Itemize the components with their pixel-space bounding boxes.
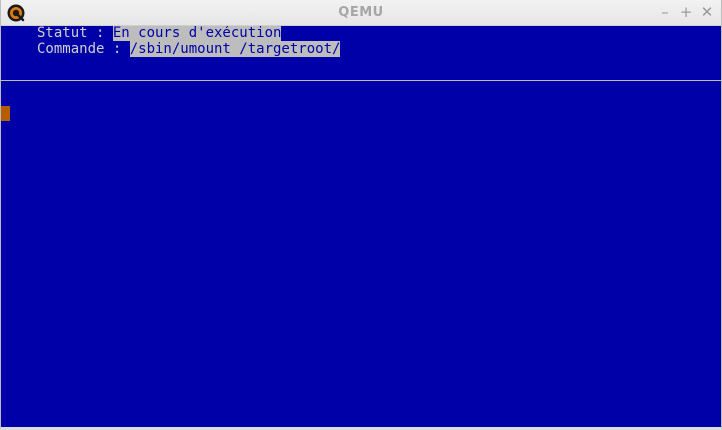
window-title: QEMU <box>338 5 384 20</box>
status-value: En cours d'exécution <box>112 26 282 41</box>
command-line: Commande : /sbin/umount /targetroot/ <box>37 41 341 57</box>
vm-screen[interactable]: Statut : En cours d'exécution Commande :… <box>1 26 721 427</box>
command-value: /sbin/umount /targetroot/ <box>129 41 341 57</box>
minimize-icon[interactable]: – <box>656 3 674 21</box>
status-label: Statut : <box>37 26 113 41</box>
text-cursor <box>1 106 10 121</box>
title-bar[interactable]: QEMU – + ✕ <box>1 0 721 26</box>
status-line: Statut : En cours d'exécution <box>37 26 282 41</box>
maximize-icon[interactable]: + <box>677 3 695 21</box>
command-label: Commande : <box>37 41 130 57</box>
separator-line <box>1 80 721 81</box>
close-icon[interactable]: ✕ <box>698 3 716 21</box>
qemu-window: QEMU – + ✕ Statut : En cours d'exécution… <box>0 0 722 430</box>
